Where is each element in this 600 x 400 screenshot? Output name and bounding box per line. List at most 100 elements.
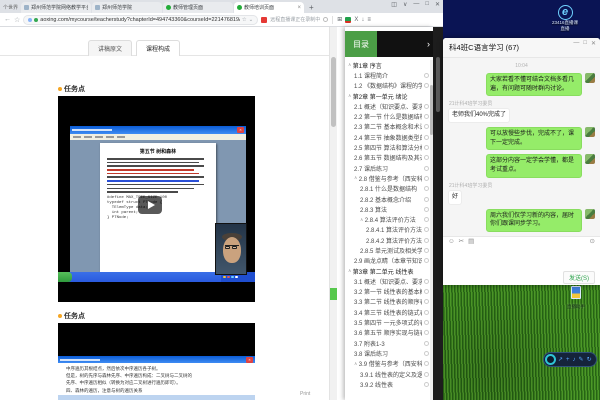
close-button[interactable]: ✕ — [591, 40, 596, 47]
message-bubble[interactable]: 这部分内容一定学会学懂，都是考试重点。 — [486, 154, 582, 177]
thunder-extension-icon[interactable]: X — [354, 17, 358, 23]
dropdown-icon[interactable]: ∨ — [403, 1, 407, 8]
toc-item[interactable]: 2.4 第三节 抽象数据类型的表示... — [345, 132, 429, 142]
url-text[interactable]: aoxing.com/mycourse/teacherstudy?chapter… — [40, 17, 239, 23]
collapse-arrow-icon[interactable]: ∧ — [348, 268, 351, 274]
page-scrollbar[interactable] — [329, 27, 337, 400]
extensions-grid-icon[interactable]: ⊞ — [337, 16, 342, 23]
print-control[interactable]: Print — [300, 391, 310, 397]
browser-tab[interactable]: 郑州师范学院 — [92, 2, 162, 13]
toc-item[interactable]: ∧ 3.9 借鉴与参考（西安科技大... — [345, 359, 429, 369]
browser-tab[interactable]: 教师管理页面 — [163, 2, 233, 13]
message-bubble[interactable]: 好 — [448, 190, 462, 205]
collapse-arrow-icon[interactable]: ∧ — [354, 361, 357, 367]
record-tool-icon[interactable]: ↻ — [587, 357, 592, 363]
toc-item[interactable]: 1.2 《数据结构》课程的学习与考试 — [345, 81, 429, 91]
toc-item[interactable]: 3.5 第四节 一元多项式的表示及... — [345, 317, 429, 327]
desktop-shortcut-live[interactable]: 直播助手 — [561, 286, 591, 310]
browser-tab[interactable]: 教师培训页面 × — [234, 2, 304, 13]
record-tool-icon[interactable]: ♪ — [573, 357, 576, 363]
toc-collapse-bar[interactable]: › — [377, 31, 433, 57]
screenshot-icon[interactable]: ✂ — [459, 239, 464, 246]
site-info-icon[interactable] — [28, 18, 32, 22]
toc-item[interactable]: 2.8.3 算法 — [345, 204, 429, 214]
collapse-chevron-icon[interactable]: › — [427, 39, 430, 49]
avatar[interactable] — [585, 209, 595, 219]
emoji-icon[interactable]: ☺ — [448, 239, 455, 246]
video-player-1[interactable]: × 第五节 树和森林 — [58, 96, 255, 302]
tab-course-structure[interactable]: 课程构成 — [136, 40, 180, 56]
avatar[interactable] — [585, 73, 595, 83]
toc-item[interactable]: 3.4 第三节 线性表的链式表示和... — [345, 307, 429, 317]
record-tool-icon[interactable]: + — [566, 357, 570, 363]
edge-scrollbar-thumb[interactable] — [436, 57, 440, 112]
toc-item[interactable]: ∧ 2.8 借鉴与参考（西安科技大... — [345, 173, 429, 183]
collapse-arrow-icon[interactable]: ∧ — [360, 217, 363, 223]
toc-item[interactable]: 2.8.4.1 算法评价方法（1） — [345, 225, 429, 235]
browser-tab[interactable]: 郑州师范学院网络教学平台 — [21, 2, 91, 13]
toc-item[interactable]: 2.3 第二节 基本概念和术语 — [345, 122, 429, 132]
back-icon[interactable]: ← — [4, 16, 11, 23]
toc-item[interactable]: ∧ 第3章 第二单元 线性表 — [345, 266, 429, 276]
toc-item[interactable]: 3.9.1 线性表的定义及逻辑结构 — [345, 369, 429, 379]
toc-item[interactable]: 2.8.1 什么是数据结构 — [345, 184, 429, 194]
collapse-arrow-icon[interactable]: ∧ — [354, 175, 357, 181]
toc-item[interactable]: 3.8 课后练习 — [345, 348, 429, 358]
toc-item[interactable]: ∧ 第2章 第一单元 绪论 — [345, 91, 429, 101]
browser-logo[interactable]: 个世界 — [3, 4, 18, 11]
screen-record-toolbar[interactable]: ↗+♪✎↻ — [543, 352, 597, 367]
toc-item[interactable]: 2.8.5 单元测试及相关学习资料 — [345, 245, 429, 255]
tab-lecture-text[interactable]: 讲稿原文 — [88, 40, 132, 56]
toc-item[interactable]: 2.8.4.2 算法评价方法（2） — [345, 235, 429, 245]
maximize-button[interactable]: □ — [425, 1, 429, 8]
toc-item[interactable]: 2.8.2 基本概念介绍 — [345, 194, 429, 204]
minimize-button[interactable]: — — [573, 40, 579, 47]
toc-item[interactable]: 3.3 第二节 线性表的顺序表示和... — [345, 297, 429, 307]
url-star-icon[interactable]: ☆ — [242, 17, 247, 23]
chat-history-icon[interactable]: ⊙ — [590, 239, 595, 246]
doc-extension-icon[interactable] — [345, 17, 351, 23]
toc-item[interactable]: 3.9.2 线性表 — [345, 379, 429, 389]
record-tool-icon[interactable]: ↗ — [558, 357, 563, 363]
message-bubble[interactable]: 可以放慢些步伐，完成不了，课下一定完成。 — [486, 127, 582, 150]
message-bubble[interactable]: 周六我们仅学习新的内容，届时你们跟课同步学习。 — [486, 209, 582, 232]
collapse-arrow-icon[interactable]: ∧ — [348, 62, 351, 68]
toc-item[interactable]: ∧ 2.8.4 算法评价方法 — [345, 214, 429, 224]
url-caret-icon[interactable]: ⌄ — [249, 17, 254, 23]
download-icon[interactable]: ↓ — [361, 17, 364, 23]
avatar[interactable] — [585, 127, 595, 137]
toc-item[interactable]: 3.1 概述（知识要点、要求等） — [345, 276, 429, 286]
record-tool-icon[interactable]: ✎ — [579, 357, 584, 363]
toc-item[interactable]: 2.9 画龙点睛（本章节知识串讲与... — [345, 256, 429, 266]
message-bubble[interactable]: 大家若看不懂可结合文档多看几遍，有问题可随时群内讨论。 — [486, 73, 582, 96]
avatar[interactable] — [585, 154, 595, 164]
menu-icon[interactable]: ≡ — [367, 17, 371, 23]
panels-icon[interactable]: ◫ — [391, 1, 397, 8]
toc-item[interactable]: 3.6 第五节 顺序实现与链表实现... — [345, 328, 429, 338]
close-button[interactable]: ✕ — [435, 1, 440, 8]
toc-item[interactable]: 2.7 课后练习 — [345, 163, 429, 173]
toc-item[interactable]: 2.1 概述（知识要点、要求等） — [345, 101, 429, 111]
message-input[interactable] — [443, 247, 600, 269]
new-tab-button[interactable]: + — [309, 3, 314, 12]
toc-item[interactable]: 1.1 课程简介 — [345, 70, 429, 80]
play-button[interactable] — [138, 196, 162, 214]
toc-title-button[interactable]: 目录 — [345, 31, 377, 57]
tab-close-icon[interactable]: × — [298, 5, 302, 11]
toc-item[interactable]: 2.2 第一节 什么是数据结构 — [345, 111, 429, 121]
video-player-2[interactable]: × 中序遍历其根结点，然后依次中序遍历各子树。 但是，树的先序与森林先序、中序遍… — [58, 323, 255, 400]
toc-item[interactable]: ∧ 第1章 序言 — [345, 60, 429, 70]
collapse-arrow-icon[interactable]: ∧ — [348, 93, 351, 99]
url-field[interactable]: aoxing.com/mycourse/teacherstudy?chapter… — [23, 15, 258, 25]
recorder-plugin-icon[interactable] — [261, 17, 267, 23]
toc-item[interactable]: 2.6 第五节 数据结构及其讨论和... — [345, 153, 429, 163]
toc-item[interactable]: 3.7 附表1-3 — [345, 338, 429, 348]
maximize-button[interactable]: □ — [583, 40, 587, 47]
scrollbar-thumb[interactable] — [331, 57, 336, 127]
bookmark-star-icon[interactable]: ☆ — [14, 16, 20, 24]
desktop-shortcut-ie[interactable]: e 23416直播课 直播 — [541, 2, 589, 32]
send-button[interactable]: 发送(S) — [563, 271, 595, 284]
message-bubble[interactable]: 老师我们40%完成了 — [448, 108, 510, 123]
minimize-button[interactable]: — — [413, 1, 419, 8]
record-progress-ring[interactable] — [545, 354, 556, 365]
